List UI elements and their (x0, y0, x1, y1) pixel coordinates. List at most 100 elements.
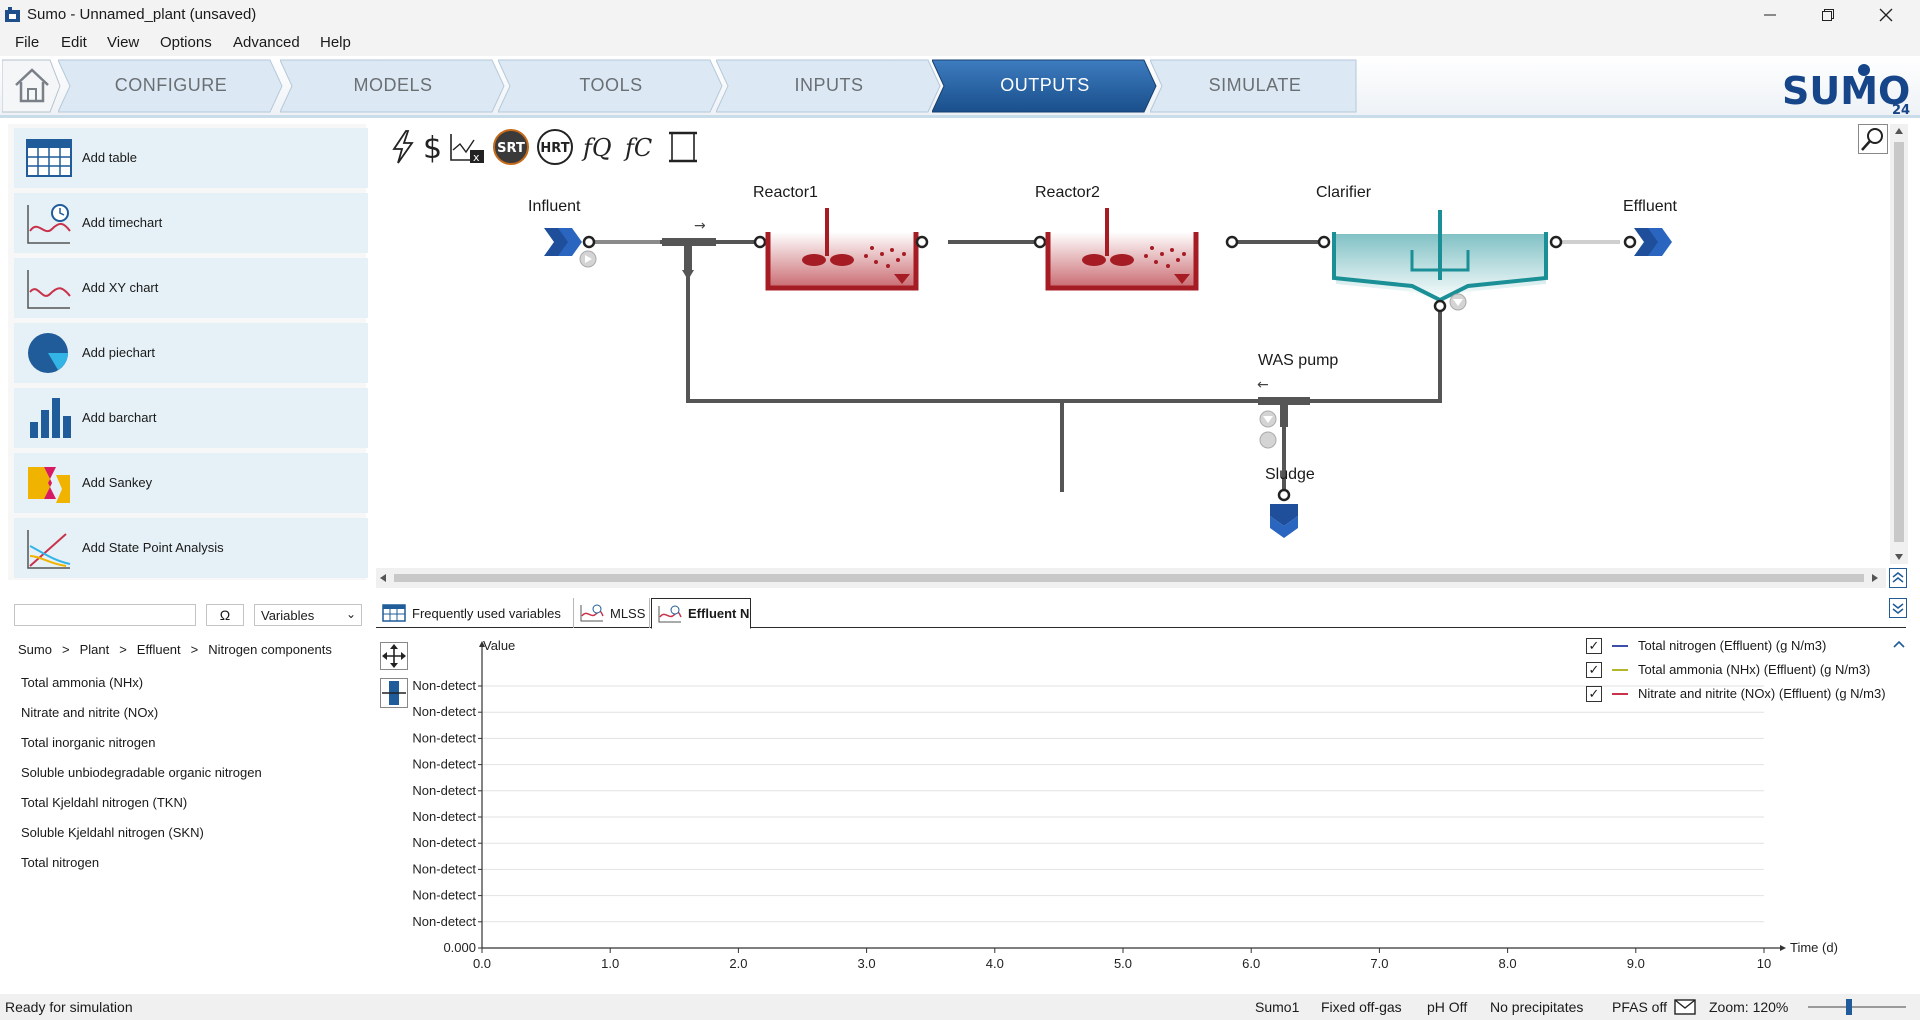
status-precipitates[interactable]: No precipitates (1490, 999, 1583, 1015)
tab-effluent-n-label: Effluent N (688, 606, 750, 621)
variable-search-input[interactable] (14, 604, 196, 626)
breadcrumb-plant[interactable]: Plant (80, 642, 110, 657)
was-pump-label: WAS pump (1258, 352, 1339, 369)
tab-tools[interactable]: TOOLS (498, 58, 724, 113)
legend-label: Total ammonia (NHx) (Effluent) (g N/m3) (1638, 662, 1871, 677)
variable-item[interactable]: Soluble Kjeldahl nitrogen (SKN) (21, 825, 204, 840)
variable-item[interactable]: Total inorganic nitrogen (21, 735, 155, 750)
breadcrumb-effluent[interactable]: Effluent (137, 642, 181, 657)
reactor2-label: Reactor2 (1035, 184, 1100, 201)
ribbon: CONFIGURE MODELS TOOLS INPUTS OUTPUTS SI… (0, 56, 1920, 118)
restore-button[interactable] (1800, 0, 1856, 30)
variable-item[interactable]: Soluble unbiodegradable organic nitrogen (21, 765, 262, 780)
add-xy-chart-button[interactable]: Add XY chart (14, 258, 368, 318)
variable-item[interactable]: Total ammonia (NHx) (21, 675, 143, 690)
add-output-panel: Add table Add timechart Add XY chart Add… (8, 124, 368, 580)
tab-configure[interactable]: CONFIGURE (58, 58, 284, 113)
breadcrumb-separator: > (61, 642, 70, 657)
add-state-point-analysis-button[interactable]: Add State Point Analysis (14, 518, 368, 578)
legend-checkbox[interactable]: ✓ (1586, 638, 1602, 654)
menu-file[interactable]: File (15, 34, 39, 51)
variable-item[interactable]: Total Kjeldahl nitrogen (TKN) (21, 795, 187, 810)
variable-item[interactable]: Total nitrogen (21, 855, 99, 870)
collapse-up-icon[interactable] (1889, 568, 1907, 588)
mail-icon[interactable] (1674, 999, 1696, 1015)
zoom-range-icon[interactable] (380, 678, 408, 708)
minimize-icon (1764, 14, 1776, 16)
timechart-icon (580, 604, 604, 622)
barchart-icon (30, 398, 71, 438)
status-ph[interactable]: pH Off (1427, 999, 1467, 1015)
menu-options[interactable]: Options (160, 34, 212, 51)
legend-checkbox[interactable]: ✓ (1586, 686, 1602, 702)
home-icon (15, 68, 49, 103)
flowsheet-vertical-scrollbar[interactable] (1890, 124, 1908, 564)
minimize-button[interactable] (1742, 0, 1798, 30)
tab-inputs[interactable]: INPUTS (716, 58, 942, 113)
breadcrumb-sumo[interactable]: Sumo (18, 642, 52, 657)
add-barchart-button[interactable]: Add barchart (14, 388, 368, 448)
tab-mlss[interactable]: MLSS (574, 598, 650, 628)
status-pfas[interactable]: PFAS off (1612, 999, 1667, 1015)
home-button[interactable] (2, 58, 62, 113)
timechart: 0.000 Non-detect Non-detect Non-detect Non-d… (376, 630, 1906, 976)
add-timechart-label: Add timechart (82, 215, 163, 230)
tab-tools-label: TOOLS (579, 74, 643, 95)
legend-swatch (1612, 645, 1628, 647)
special-character-button[interactable]: Ω (206, 604, 244, 626)
legend-swatch (1612, 693, 1628, 695)
tab-models[interactable]: MODELS (280, 58, 506, 113)
tab-frequently-used-variables[interactable]: Frequently used variables (376, 598, 574, 628)
pan-move-icon[interactable] (380, 642, 408, 670)
status-off-gas[interactable]: Fixed off-gas (1321, 999, 1402, 1015)
sludge-unit (1270, 488, 1298, 538)
menu-help[interactable]: Help (320, 34, 351, 51)
add-sankey-label: Add Sankey (82, 475, 153, 490)
y-tick-label: Non-detect (412, 783, 476, 798)
variables-select[interactable]: Variables ⌄ (254, 604, 362, 626)
y-tick-label: Non-detect (412, 888, 476, 903)
menu-advanced[interactable]: Advanced (233, 34, 300, 51)
table-icon (382, 604, 406, 622)
legend-label: Nitrate and nitrite (NOx) (Effluent) (g … (1638, 686, 1886, 701)
add-table-button[interactable]: Add table (14, 128, 368, 188)
tab-simulate[interactable]: SIMULATE (1150, 58, 1360, 113)
y-tick-label: Non-detect (412, 835, 476, 850)
tab-effluent-n[interactable]: Effluent N (651, 598, 751, 629)
menu-view[interactable]: View (107, 34, 139, 51)
x-axis-arrow (1780, 945, 1786, 951)
tab-inputs-label: INPUTS (794, 74, 864, 95)
tab-outputs[interactable]: OUTPUTS (932, 58, 1158, 113)
flowsheet-horizontal-scrollbar[interactable] (376, 568, 1886, 588)
close-button[interactable] (1858, 0, 1914, 30)
x-axis-label: Time (d) (1790, 940, 1838, 955)
add-sankey-button[interactable]: Add Sankey (14, 453, 368, 513)
close-icon (1879, 8, 1893, 22)
breadcrumb-nitrogen-components[interactable]: Nitrogen components (208, 642, 332, 657)
menu-edit[interactable]: Edit (61, 34, 87, 51)
breadcrumb: Sumo > Plant > Effluent > Nitrogen components (18, 642, 332, 657)
x-tick-label: 10 (1757, 956, 1771, 971)
logo-version: 24 (1892, 103, 1910, 116)
flowsheet-diagram: → ← (544, 208, 1672, 538)
y-tick-label: Non-detect (412, 704, 476, 719)
add-timechart-button[interactable]: Add timechart (14, 193, 368, 253)
x-tick-label: 4.0 (986, 956, 1004, 971)
status-text: Ready for simulation (5, 999, 133, 1015)
chevron-down-icon: ⌄ (345, 607, 356, 621)
sumo-logo: SUMO 24 (1782, 64, 1910, 116)
app-icon (5, 7, 20, 22)
legend-checkbox[interactable]: ✓ (1586, 662, 1602, 678)
y-tick-label: 0.000 (443, 940, 476, 955)
chevron-up-icon[interactable] (1892, 638, 1906, 650)
zoom-slider[interactable] (1806, 998, 1916, 1016)
window-title: Sumo - Unnamed_plant (unsaved) (27, 6, 257, 23)
status-bar: Ready for simulation Sumo1 Fixed off-gas… (0, 994, 1920, 1020)
status-model[interactable]: Sumo1 (1255, 999, 1299, 1015)
variable-item[interactable]: Nitrate and nitrite (NOx) (21, 705, 158, 720)
zoom-level: Zoom: 120% (1709, 999, 1789, 1015)
legend-label: Total nitrogen (Effluent) (g N/m3) (1638, 638, 1827, 653)
add-piechart-button[interactable]: Add piechart (14, 323, 368, 383)
sludge-label: Sludge (1265, 466, 1315, 483)
title-bar: Sumo - Unnamed_plant (unsaved) (0, 0, 1920, 30)
